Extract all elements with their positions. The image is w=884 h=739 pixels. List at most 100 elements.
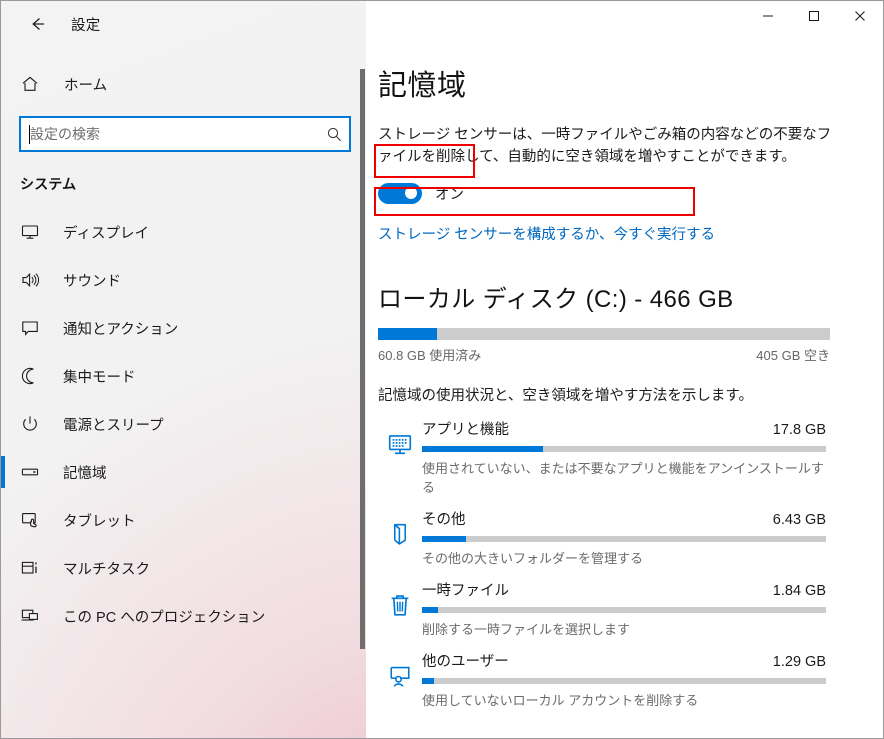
storage-item-name: 他のユーザー — [422, 654, 509, 671]
storage-category-item[interactable]: 他のユーザー 1.29 GB 使用していないローカル アカウントを削除する — [378, 650, 853, 709]
sidebar-item-label: この PC へのプロジェクション — [63, 609, 266, 626]
storage-icon — [20, 462, 46, 482]
sidebar-scrollbar[interactable] — [360, 69, 365, 738]
maximize-button[interactable] — [791, 1, 837, 31]
sidebar-item-label: 記憶域 — [63, 465, 107, 482]
apps-monitor-icon — [378, 418, 422, 496]
storage-item-name: その他 — [422, 512, 466, 529]
storage-item-bar-fill — [422, 678, 435, 685]
storage-item-bar-fill — [422, 536, 467, 543]
title-bar — [366, 1, 883, 33]
chat-bubble-icon — [20, 318, 46, 338]
trash-icon — [378, 579, 422, 638]
storage-section-note: 記憶域の使用状況と、空き領域を増やす方法を示します。 — [378, 388, 753, 405]
home-icon — [20, 74, 50, 94]
storage-item-body: アプリと機能 17.8 GB 使用されていない、または不要なアプリと機能をアンインス… — [422, 418, 826, 496]
drive-title: ローカル ディスク (C:) - 466 GB — [378, 286, 734, 314]
app-title: 設定 — [71, 17, 101, 34]
sidebar-item-label: マルチタスク — [63, 561, 150, 578]
sidebar-item-label: ディスプレイ — [63, 225, 149, 242]
storage-item-subtext: 削除する一時ファイルを選択します — [422, 622, 631, 638]
drive-usage-fill — [378, 328, 437, 341]
sidebar-scrollbar-thumb[interactable] — [360, 69, 365, 649]
storage-category-item[interactable]: その他 6.43 GB その他の大きいフォルダーを管理する — [378, 508, 853, 567]
storage-item-body: 一時ファイル 1.84 GB 削除する一時ファイルを選択します — [422, 579, 826, 638]
drive-free-label: 405 GB 空き — [756, 348, 830, 364]
sidebar-item-5[interactable]: 記憶域 — [1, 448, 366, 496]
storage-sense-description: ストレージ センサーは、一時ファイルやごみ箱の内容などの不要なファイルを削除して… — [378, 127, 832, 166]
sidebar-item-label: 集中モード — [63, 369, 136, 386]
sidebar-header: 設定 — [1, 1, 366, 47]
multitask-icon — [20, 558, 46, 578]
search-input[interactable] — [21, 118, 319, 150]
storage-item-header: 一時ファイル 1.84 GB — [422, 579, 826, 600]
minimize-button[interactable] — [745, 1, 791, 31]
page-content: 記憶域 ストレージ センサーは、一時ファイルやごみ箱の内容などの不要なファイルを… — [366, 62, 883, 709]
sidebar-item-home-label: ホーム — [64, 77, 108, 94]
storage-item-bar-fill — [422, 607, 439, 614]
storage-item-bar — [422, 446, 826, 453]
storage-item-bar — [422, 607, 826, 614]
storage-item-size: 6.43 GB — [772, 512, 826, 529]
toggle-knob — [405, 187, 417, 200]
sidebar-nav-list: ディスプレイ サウンド通知とアクション 集中モード電源とスリープ 記憶域タブレットマル… — [1, 208, 366, 640]
tablet-icon — [20, 510, 46, 530]
storage-item-name: アプリと機能 — [422, 422, 509, 439]
sidebar-item-home[interactable]: ホーム — [1, 64, 366, 104]
search-box[interactable] — [19, 116, 351, 152]
storage-item-size: 1.84 GB — [772, 583, 826, 600]
sidebar-item-label: 通知とアクション — [63, 321, 179, 338]
storage-item-header: その他 6.43 GB — [422, 508, 826, 529]
sidebar: 設定 ホーム システム ディスプレイサウンド通知とアクション集中モード — [1, 1, 366, 738]
storage-item-header: アプリと機能 17.8 GB — [422, 418, 826, 439]
settings-window: 設定 ホーム システム ディスプレイサウンド通知とアクション集中モード — [0, 0, 884, 739]
storage-item-bar — [422, 536, 826, 543]
storage-sense-toggle[interactable] — [378, 182, 422, 204]
power-icon — [20, 414, 46, 434]
drive-usage-legend: 60.8 GB 使用済み 405 GB 空き — [378, 345, 830, 364]
storage-category-item[interactable]: 一時ファイル 1.84 GB 削除する一時ファイルを選択します — [378, 579, 853, 638]
storage-item-subtext: 使用されていない、または不要なアプリと機能をアンインストールする — [422, 461, 824, 496]
sidebar-item-4[interactable]: 電源とスリープ — [1, 400, 366, 448]
storage-item-body: 他のユーザー 1.29 GB 使用していないローカル アカウントを削除する — [422, 650, 826, 709]
drive-used-label: 60.8 GB 使用済み — [378, 348, 482, 364]
moon-icon — [20, 366, 46, 386]
main-pane: 記憶域 ストレージ センサーは、一時ファイルやごみ箱の内容などの不要なファイルを… — [366, 1, 883, 738]
user-monitor-icon — [378, 650, 422, 709]
storage-category-item[interactable]: アプリと機能 17.8 GB 使用されていない、または不要なアプリと機能をアンインス… — [378, 418, 853, 496]
storage-item-bar — [422, 678, 826, 685]
sidebar-item-7[interactable]: マルチタスク — [1, 544, 366, 592]
sidebar-group-title: システム — [20, 176, 77, 192]
selection-indicator — [1, 456, 5, 488]
storage-item-subtext: その他の大きいフォルダーを管理する — [422, 551, 644, 567]
storage-item-size: 1.29 GB — [772, 654, 826, 671]
storage-item-bar-fill — [422, 446, 544, 453]
storage-item-name: 一時ファイル — [422, 583, 509, 600]
sidebar-item-2[interactable]: 通知とアクション — [1, 304, 366, 352]
speaker-icon — [20, 270, 46, 290]
sidebar-item-8[interactable]: この PC へのプロジェクション — [1, 592, 366, 640]
sidebar-item-label: サウンド — [63, 273, 121, 290]
storage-sense-toggle-label: オン — [435, 186, 464, 203]
search-icon[interactable] — [319, 126, 349, 143]
configure-storage-sense-link[interactable]: ストレージ センサーを構成するか、今すぐ実行する — [378, 223, 715, 244]
storage-item-header: 他のユーザー 1.29 GB — [422, 650, 826, 671]
sidebar-item-label: タブレット — [63, 513, 136, 530]
storage-sense-toggle-row: オン — [378, 181, 464, 205]
sidebar-item-3[interactable]: 集中モード — [1, 352, 366, 400]
back-arrow-icon[interactable] — [17, 8, 59, 40]
close-button[interactable] — [837, 1, 883, 31]
text-caret — [29, 125, 30, 144]
monitor-icon — [20, 222, 46, 242]
sidebar-item-label: 電源とスリープ — [63, 417, 164, 434]
storage-item-subtext: 使用していないローカル アカウントを削除する — [422, 693, 699, 709]
sidebar-item-1[interactable]: サウンド — [1, 256, 366, 304]
page-title: 記憶域 — [378, 70, 467, 102]
storage-category-list: アプリと機能 17.8 GB 使用されていない、または不要なアプリと機能をアンインス… — [378, 418, 853, 709]
projection-icon — [20, 606, 46, 626]
folder-icon — [378, 508, 422, 567]
storage-item-body: その他 6.43 GB その他の大きいフォルダーを管理する — [422, 508, 826, 567]
sidebar-item-0[interactable]: ディスプレイ — [1, 208, 366, 256]
sidebar-item-6[interactable]: タブレット — [1, 496, 366, 544]
drive-usage-bar — [378, 328, 830, 341]
